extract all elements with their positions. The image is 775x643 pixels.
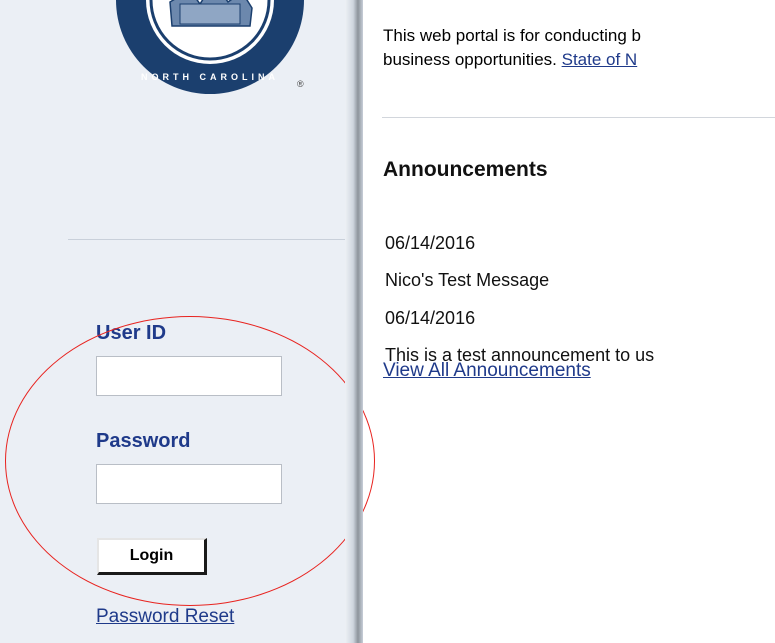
announcement-text: Nico's Test Message bbox=[385, 270, 550, 290]
intro-line-2: business opportunities. State of N bbox=[383, 48, 775, 72]
intro-line-1: This web portal is for conducting b bbox=[383, 26, 641, 45]
announcement-date: 06/14/2016 bbox=[385, 233, 476, 253]
sidebar-splitter bbox=[345, 0, 363, 643]
nc-state-seal-icon: NORTH CAROLINA ® bbox=[116, 0, 304, 94]
annotation-circle bbox=[5, 316, 375, 606]
intro-line-2-text: business opportunities. bbox=[383, 50, 562, 69]
announcement-date: 06/14/2016 bbox=[385, 308, 476, 328]
password-reset-link[interactable]: Password Reset bbox=[96, 606, 234, 628]
sidebar-divider-line bbox=[68, 239, 345, 240]
view-all-announcements-link[interactable]: View All Announcements bbox=[383, 360, 591, 382]
seal-bottom-text: NORTH CAROLINA bbox=[141, 72, 279, 82]
sidebar: NORTH CAROLINA ® User ID Password Login … bbox=[0, 0, 375, 643]
registered-mark: ® bbox=[297, 79, 304, 89]
content-divider-line bbox=[382, 117, 775, 118]
intro-text: This web portal is for conducting b busi… bbox=[383, 24, 775, 72]
state-link[interactable]: State of N bbox=[562, 50, 638, 69]
main-content: This web portal is for conducting b busi… bbox=[363, 0, 775, 643]
announcements-heading: Announcements bbox=[383, 158, 548, 181]
